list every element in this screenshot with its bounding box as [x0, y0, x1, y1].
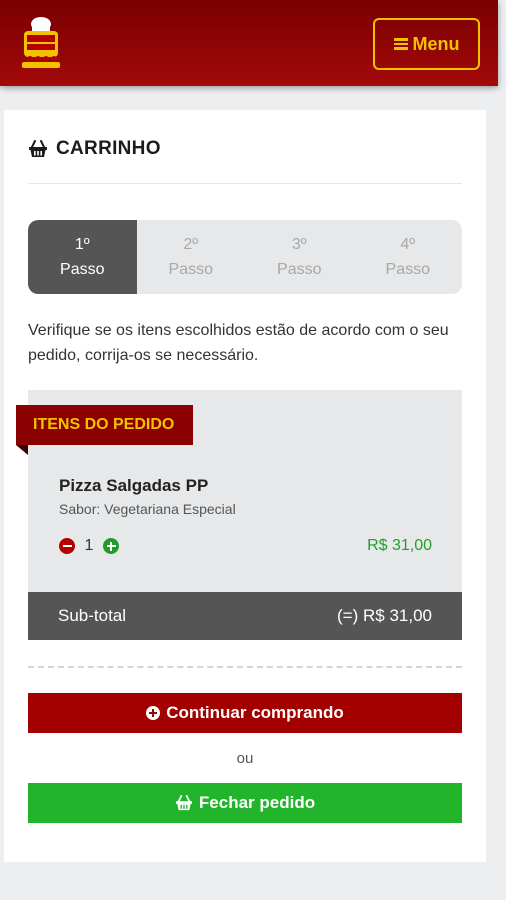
- step-3[interactable]: 3º Passo: [245, 220, 354, 294]
- step-number: 4º: [400, 236, 416, 253]
- title-divider: [28, 183, 462, 184]
- ribbon-fold: [16, 445, 28, 455]
- or-separator: ou: [236, 750, 254, 767]
- item-name: Pizza Salgadas PP: [59, 476, 209, 495]
- cart-instructions: Verifique se os itens escolhidos estão d…: [28, 322, 449, 364]
- continue-shopping-button[interactable]: Continuar comprando: [28, 693, 462, 733]
- subtotal-value: (=) R$ 31,00: [337, 606, 432, 625]
- quantity-value: 1: [84, 537, 94, 554]
- step-1[interactable]: 1º Passo: [28, 220, 137, 294]
- cart-card: CARRINHO 1º Passo 2º Passo 3º Passo 4º P…: [4, 110, 486, 862]
- basket-icon: [175, 795, 192, 811]
- step-number: 1º: [74, 236, 90, 253]
- minus-icon: [62, 544, 72, 548]
- increase-quantity-button[interactable]: [103, 538, 119, 554]
- step-2[interactable]: 2º Passo: [137, 220, 246, 294]
- cart-title: CARRINHO: [28, 138, 161, 160]
- step-label: Passo: [168, 261, 213, 278]
- menu-button[interactable]: Menu: [373, 18, 480, 70]
- step-label: Passo: [60, 261, 105, 278]
- subtotal-bar: Sub-total (=) R$ 31,00: [28, 592, 462, 640]
- app-header: Menu: [0, 0, 498, 86]
- restaurant-logo-icon[interactable]: [18, 14, 64, 70]
- checkout-button[interactable]: Fechar pedido: [28, 783, 462, 823]
- item-flavor: Sabor: Vegetariana Especial: [59, 501, 236, 517]
- subtotal-label: Sub-total: [58, 606, 127, 625]
- step-number: 2º: [183, 236, 199, 253]
- checkout-steps: 1º Passo 2º Passo 3º Passo 4º Passo: [28, 220, 462, 294]
- step-number: 3º: [291, 236, 307, 253]
- order-items-ribbon: ITENS DO PEDIDO: [16, 405, 193, 445]
- step-label: Passo: [385, 261, 430, 278]
- step-label: Passo: [277, 261, 322, 278]
- dashed-divider: [28, 666, 462, 668]
- checkout-label: Fechar pedido: [198, 793, 316, 812]
- decrease-quantity-button[interactable]: [59, 538, 75, 554]
- order-items-box: ITENS DO PEDIDO Pizza Salgadas PP Sabor:…: [16, 390, 462, 640]
- basket-icon: [29, 140, 47, 157]
- plus-circle-icon: [146, 706, 161, 720]
- cart-title-text: CARRINHO: [56, 138, 161, 159]
- continue-shopping-label: Continuar comprando: [166, 703, 344, 722]
- quantity-stepper: 1: [59, 537, 119, 555]
- hamburger-icon: [393, 38, 408, 50]
- step-4[interactable]: 4º Passo: [354, 220, 463, 294]
- item-price: R$ 31,00: [367, 537, 432, 554]
- menu-button-label: Menu: [412, 33, 460, 54]
